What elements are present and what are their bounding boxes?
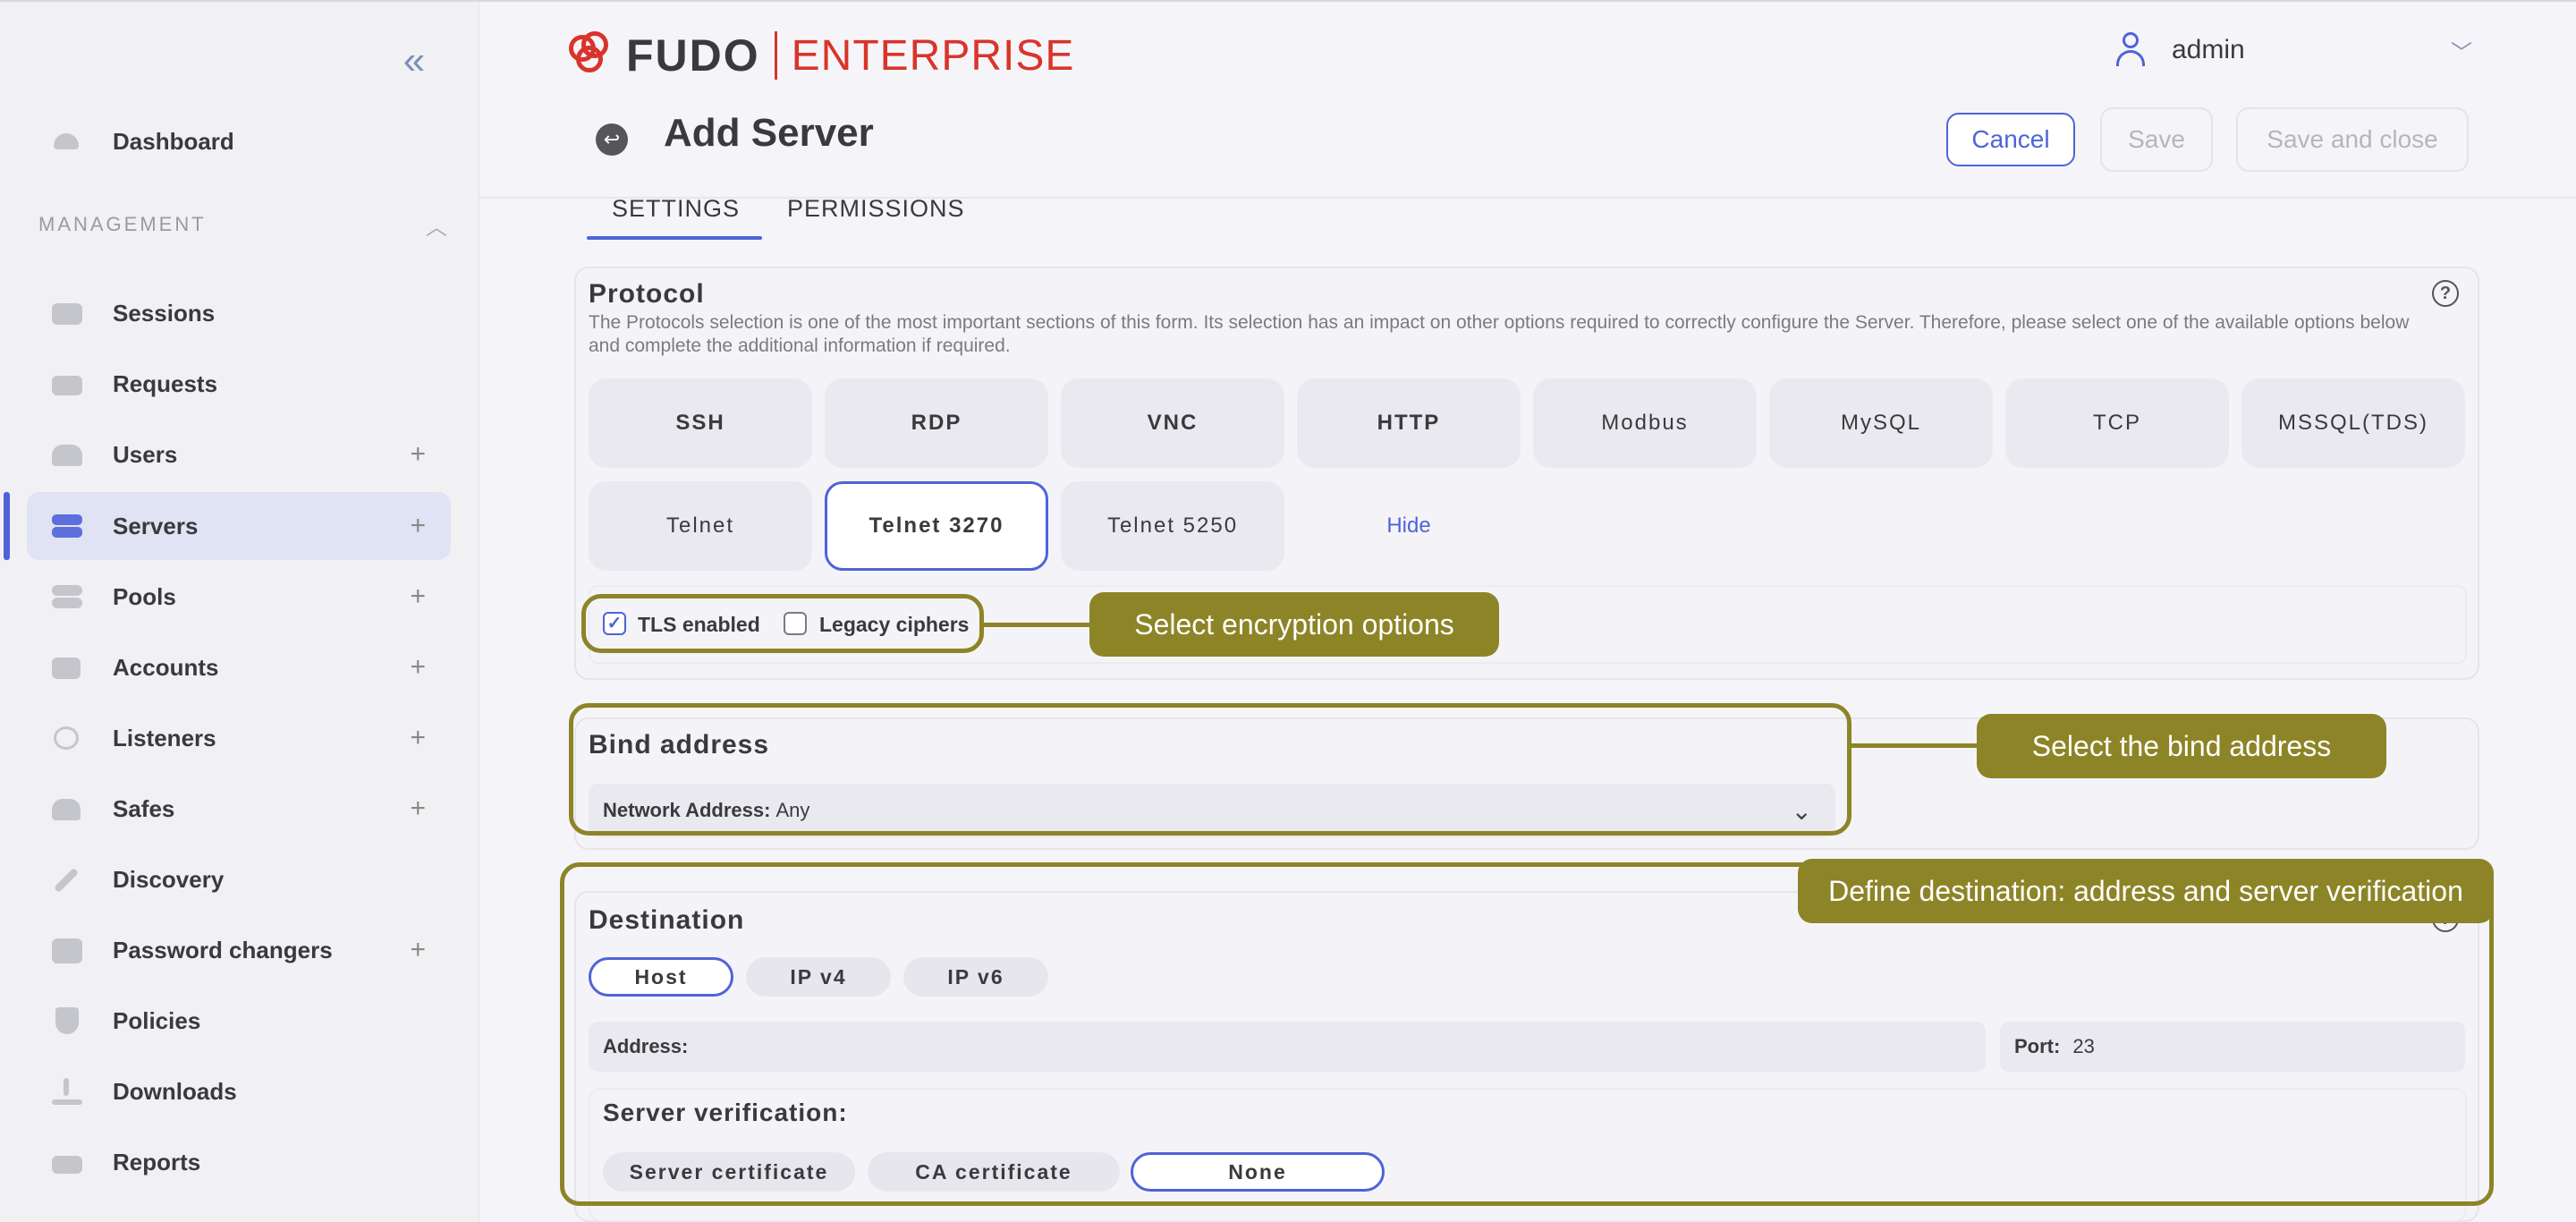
encryption-connector: [984, 623, 1091, 627]
sidebar-item-users[interactable]: Users +: [27, 420, 451, 488]
sidebar-item-dashboard[interactable]: Dashboard: [27, 107, 451, 175]
save-button[interactable]: Save: [2100, 107, 2213, 172]
sidebar-item-label: Downloads: [113, 1077, 237, 1105]
protocol-modbus[interactable]: Modbus: [1533, 378, 1757, 468]
sidebar-item-label: Sessions: [113, 299, 216, 327]
encryption-highlight: [581, 594, 984, 653]
sidebar-item-policies[interactable]: Policies: [27, 987, 451, 1055]
add-server-button[interactable]: +: [410, 511, 426, 541]
sessions-icon: [50, 300, 84, 327]
sidebar-item-label: Listeners: [113, 724, 216, 751]
active-indicator: [4, 492, 10, 560]
protocol-telnet-3270[interactable]: Telnet 3270: [825, 481, 1048, 571]
add-account-button[interactable]: +: [410, 652, 426, 683]
sidebar-item-accounts[interactable]: Accounts +: [27, 633, 451, 701]
collapse-sidebar-icon[interactable]: «: [394, 41, 435, 84]
sidebar-item-label: Policies: [113, 1006, 201, 1034]
bind-highlight: [569, 703, 1852, 836]
printer-icon: [50, 1149, 84, 1175]
add-pool-button[interactable]: +: [410, 581, 426, 612]
tab-permissions[interactable]: PERMISSIONS: [787, 195, 965, 223]
fudo-logo: FUDO ENTERPRISE: [569, 29, 1074, 82]
protocol-ssh[interactable]: SSH: [589, 378, 812, 468]
add-listener-button[interactable]: +: [410, 723, 426, 753]
sidebar: « Dashboard MANAGEMENT ︿ Sessions Reques…: [0, 2, 479, 1222]
sidebar-item-label: Password changers: [113, 936, 333, 963]
protocol-description: The Protocols selection is one of the mo…: [589, 312, 2410, 356]
protocol-vnc[interactable]: VNC: [1061, 378, 1284, 468]
sidebar-item-safes[interactable]: Safes +: [27, 775, 451, 843]
logo-edition: ENTERPRISE: [791, 31, 1075, 80]
hide-protocols-link[interactable]: Hide: [1297, 481, 1521, 571]
sidebar-item-requests[interactable]: Requests: [27, 350, 451, 418]
protocol-title: Protocol: [589, 279, 705, 309]
protocol-telnet[interactable]: Telnet: [589, 481, 812, 571]
sidebar-item-label: Dashboard: [113, 127, 234, 155]
chevron-up-icon[interactable]: ︿: [426, 209, 447, 241]
safes-icon: [50, 795, 84, 822]
sidebar-item-servers[interactable]: Servers +: [27, 492, 451, 560]
management-heading[interactable]: MANAGEMENT: [38, 213, 450, 236]
listeners-icon: [50, 725, 84, 751]
pools-icon: [50, 583, 84, 610]
chevron-down-icon[interactable]: ﹀: [2451, 35, 2472, 66]
download-icon: [50, 1078, 84, 1105]
accounts-icon: [50, 654, 84, 681]
save-and-close-button[interactable]: Save and close: [2236, 107, 2469, 172]
sidebar-item-pools[interactable]: Pools +: [27, 563, 451, 631]
protocol-http[interactable]: HTTP: [1297, 378, 1521, 468]
sidebar-item-label: Reports: [113, 1148, 201, 1175]
sidebar-item-sessions[interactable]: Sessions: [27, 279, 451, 347]
active-tab-underline: [587, 236, 762, 240]
protocol-telnet-5250[interactable]: Telnet 5250: [1061, 481, 1284, 571]
logo-separator: [774, 31, 777, 80]
sidebar-item-label: Users: [113, 440, 178, 468]
user-menu[interactable]: admin ﹀: [2114, 32, 2472, 68]
sidebar-item-label: Servers: [113, 512, 199, 539]
sidebar-item-label: Pools: [113, 582, 176, 610]
user-icon: [2114, 32, 2147, 68]
help-icon[interactable]: ?: [2432, 280, 2459, 307]
sidebar-item-listeners[interactable]: Listeners +: [27, 704, 451, 772]
sidebar-item-reports[interactable]: Reports: [27, 1128, 451, 1196]
shield-icon: [50, 1007, 84, 1034]
add-password-changer-button[interactable]: +: [410, 935, 426, 965]
bind-connector: [1852, 743, 1979, 748]
destination-callout: Define destination: address and server v…: [1798, 859, 2494, 923]
tab-settings[interactable]: SETTINGS: [612, 195, 740, 223]
user-name: admin: [2172, 35, 2245, 64]
encryption-callout: Select encryption options: [1089, 592, 1499, 657]
requests-icon: [50, 370, 84, 397]
users-icon: [50, 441, 84, 468]
sidebar-item-label: Requests: [113, 369, 218, 397]
sidebar-item-downloads[interactable]: Downloads: [27, 1057, 451, 1125]
add-safe-button[interactable]: +: [410, 793, 426, 824]
bind-callout: Select the bind address: [1977, 714, 2386, 778]
fudo-logo-icon: [569, 31, 617, 80]
add-user-button[interactable]: +: [410, 439, 426, 470]
dashboard-icon: [50, 128, 84, 155]
servers-icon: [50, 513, 84, 539]
logo-brand: FUDO: [626, 30, 760, 81]
protocol-mysql[interactable]: MySQL: [1769, 378, 1993, 468]
password-changers-icon: [50, 937, 84, 963]
page-title: Add Server: [664, 111, 874, 155]
magic-wand-icon: [50, 866, 84, 894]
protocol-rdp[interactable]: RDP: [825, 378, 1048, 468]
cancel-button[interactable]: Cancel: [1946, 113, 2075, 166]
sidebar-item-label: Accounts: [113, 653, 219, 681]
back-arrow-icon[interactable]: ↩: [596, 123, 628, 156]
sidebar-item-label: Discovery: [113, 865, 225, 893]
sidebar-item-label: Safes: [113, 794, 175, 822]
sidebar-item-password-changers[interactable]: Password changers +: [27, 916, 451, 984]
protocol-tcp[interactable]: TCP: [2005, 378, 2229, 468]
sidebar-item-discovery[interactable]: Discovery: [27, 845, 451, 913]
protocol-mssql[interactable]: MSSQL(TDS): [2241, 378, 2465, 468]
